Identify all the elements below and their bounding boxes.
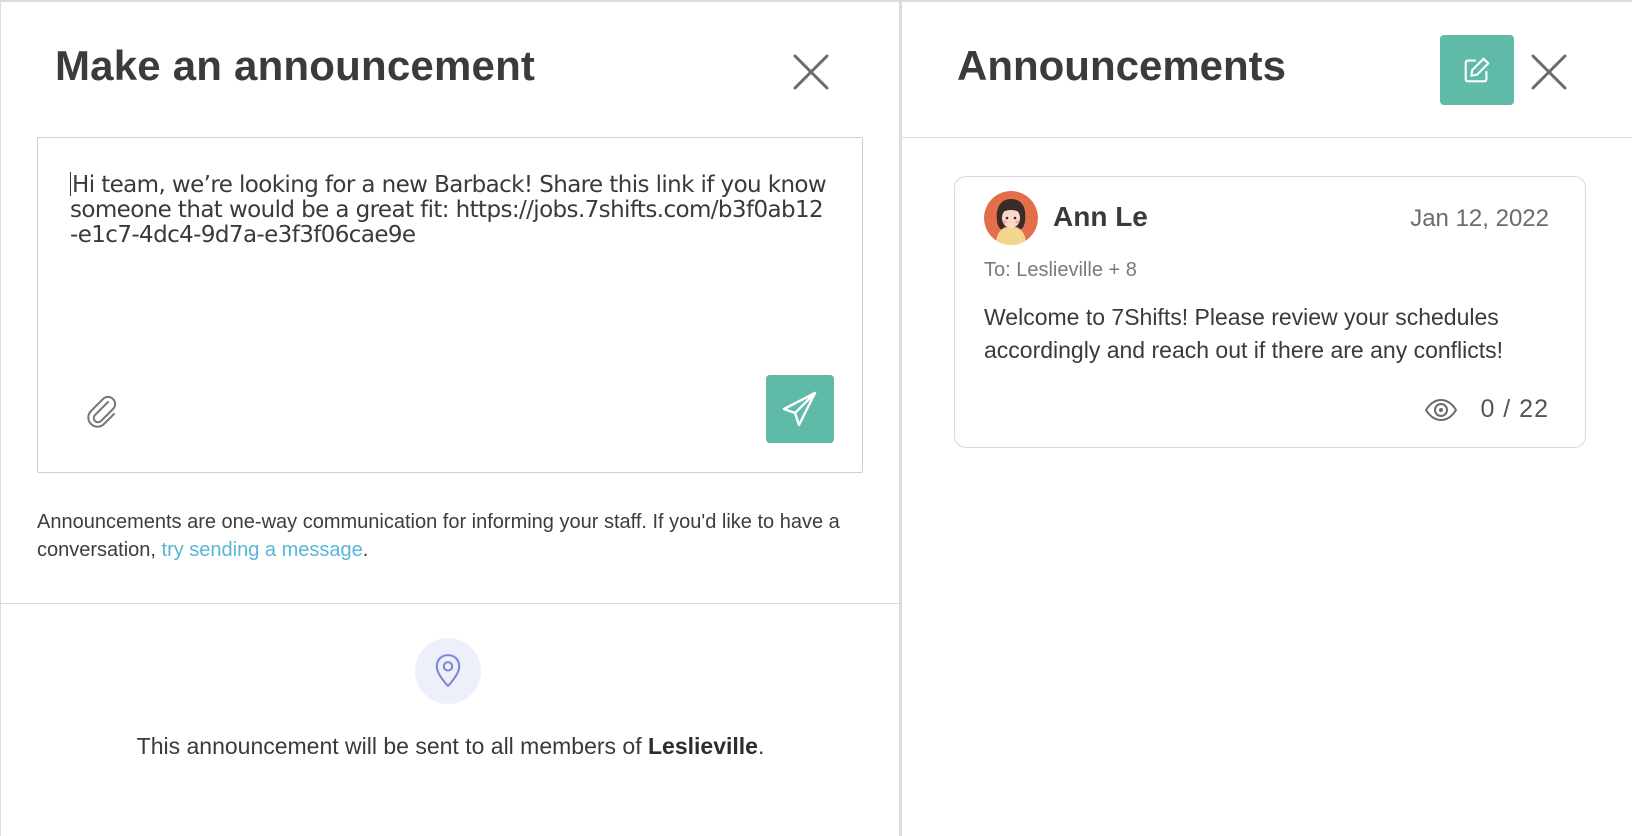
announcement-help-text: Announcements are one-way communication … [37,508,857,564]
close-compose-button[interactable] [789,50,833,94]
compose-announcement-panel: Make an announcement Hi team, we’re look… [0,0,900,836]
paperclip-icon [87,395,117,428]
views-counter: 0 / 22 [1424,395,1549,424]
try-sending-message-link[interactable]: try sending a message [162,539,363,561]
announcement-recipients: To: Leslieville + 8 [984,259,1137,281]
user-avatar-image [984,191,1038,245]
message-text: Hi team, we’re looking for a new Barback… [70,172,827,248]
compose-panel-title: Make an announcement [55,42,536,89]
edit-pencil-icon [1464,57,1490,83]
announcement-card[interactable]: Ann Le Jan 12, 2022 To: Leslieville + 8 … [954,176,1586,448]
avatar [984,191,1038,245]
announcements-title: Announcements [957,42,1287,89]
message-textarea[interactable]: Hi team, we’re looking for a new Barback… [70,172,830,248]
map-pin-icon [435,654,461,688]
new-announcement-button[interactable] [1440,35,1514,105]
views-count: 0 / 22 [1480,395,1549,423]
location-badge [415,638,481,704]
header-divider [902,137,1632,138]
close-icon [1531,54,1567,90]
audience-text: This announcement will be sent to all me… [136,733,648,759]
announcement-author: Ann Le [1053,201,1148,232]
text-cursor [70,172,71,196]
help-text-body: Announcements are one-way communication … [37,511,840,561]
audience-notice: This announcement will be sent to all me… [1,733,900,760]
section-divider [1,603,900,604]
announcements-panel: Announcements Ann Le Jan 12, 2022 To: Le… [899,0,1632,836]
eye-icon [1425,398,1458,421]
message-composer[interactable]: Hi team, we’re looking for a new Barback… [37,137,863,473]
close-icon [793,54,829,90]
announcement-date: Jan 12, 2022 [1410,205,1549,232]
help-text-end: . [362,539,369,561]
send-announcement-button[interactable] [766,375,834,443]
attach-file-button[interactable] [84,393,120,429]
announcement-message: Welcome to 7Shifts! Please review your s… [984,304,1504,363]
close-announcements-button[interactable] [1527,50,1571,94]
paper-plane-icon [782,391,817,427]
audience-location: Leslieville [648,733,758,759]
audience-text-end: . [757,733,765,759]
